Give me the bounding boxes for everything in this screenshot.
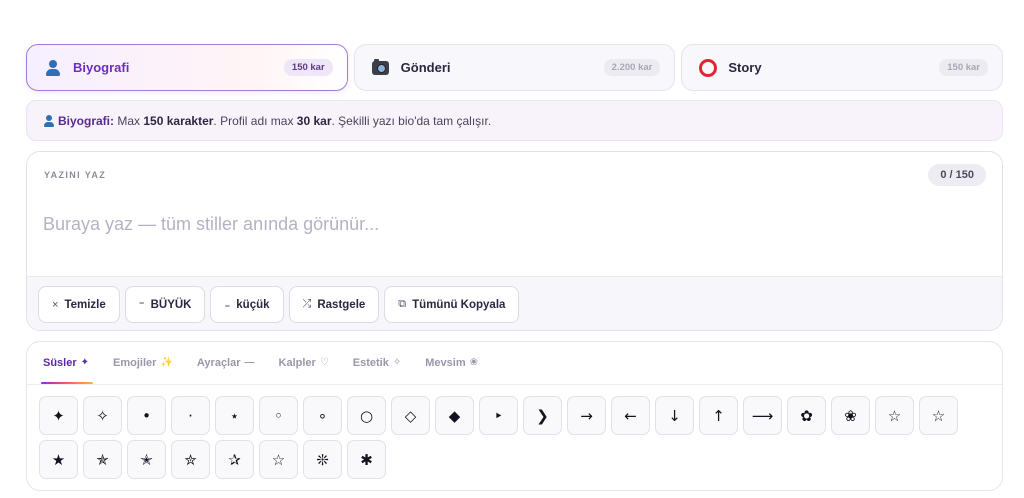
category-tabs: Süsler ✦ Emojiler ✨ Ayraçlar — Kalpler ♡ Estetik… (27, 342, 1002, 385)
category-tab-mevsim[interactable]: Mevsim ❀ (425, 342, 478, 384)
copy-all-button[interactable]: ⧉ Tümünü Kopyala (384, 286, 520, 323)
category-tab-süsler[interactable]: Süsler ✦ (40, 342, 94, 384)
symbol-button[interactable]: · (171, 396, 210, 435)
tab-label: Story (728, 60, 762, 75)
symbol-button[interactable]: ↑ (699, 396, 738, 435)
tab-biyografi[interactable]: Biyografi 150 kar (26, 44, 348, 91)
symbol-button[interactable]: ❀ (831, 396, 870, 435)
symbol-button[interactable]: ✯ (83, 440, 122, 479)
symbol-button[interactable]: ○ (347, 396, 386, 435)
clear-icon: × (52, 298, 59, 311)
category-tab-emojiler[interactable]: Emojiler ✨ (113, 342, 173, 384)
symbol-button[interactable]: ✮ (171, 440, 210, 479)
info-bar: Biyografi: Max 150 karakter . Profil adı… (26, 100, 1003, 141)
symbols-panel: Süsler ✦ Emojiler ✨ Ayraçlar — Kalpler ♡ Estetik… (26, 341, 1003, 491)
info-text: Max (114, 113, 144, 128)
tab-limit-badge: 150 kar (939, 59, 989, 76)
category-tab-kalpler[interactable]: Kalpler ♡ (278, 342, 329, 384)
symbol-button[interactable]: ★ (39, 440, 78, 479)
toolbar-button-label: BÜYÜK (150, 298, 192, 311)
text-input[interactable] (43, 194, 983, 254)
copy-all-icon: ⧉ (398, 298, 407, 310)
user-icon (43, 114, 55, 127)
lowercase-icon: ₌ (224, 299, 231, 311)
tab-label: Gönderi (400, 60, 451, 75)
category-label: Emojiler (113, 356, 157, 369)
category-icon: ❀ (469, 357, 478, 368)
category-label: Ayraçlar (196, 356, 241, 369)
symbol-button[interactable]: ∘ (303, 396, 342, 435)
symbol-button[interactable]: ☆ (259, 440, 298, 479)
category-label: Estetik (352, 356, 389, 369)
symbol-button[interactable]: → (567, 396, 606, 435)
symbol-button[interactable]: ⟶ (743, 396, 782, 435)
symbol-button[interactable]: • (127, 396, 166, 435)
symbol-button[interactable]: ◆ (435, 396, 474, 435)
uppercase-button[interactable]: ⁼ BÜYÜK (124, 286, 206, 323)
toolbar-button-label: Tümünü Kopyala (412, 298, 506, 311)
symbol-button[interactable]: ✦ (39, 396, 78, 435)
editor-label: YAZINI YAZ (44, 170, 107, 180)
info-name-max: 30 kar (296, 113, 332, 128)
info-text: . Şekilli yazı bio'da tam çalışır. (331, 113, 492, 128)
symbol-button[interactable]: ☆ (919, 396, 958, 435)
symbol-button[interactable]: ✱ (347, 440, 386, 479)
tab-limit-badge: 2.200 kar (603, 59, 661, 76)
category-icon: — (244, 357, 255, 368)
category-icon: ✦ (80, 357, 90, 368)
toolbar-button-label: küçük (236, 298, 270, 311)
symbol-button[interactable]: ✧ (83, 396, 122, 435)
symbol-button[interactable]: ← (611, 396, 650, 435)
random-button[interactable]: ⤮ Rastgele (288, 286, 380, 323)
lowercase-button[interactable]: ₌ küçük (210, 286, 284, 323)
editor-toolbar: × Temizle ⁼ BÜYÜK ₌ küçük ⤮ Rastgele ⧉ Tümünü Kop… (27, 276, 1002, 330)
category-label: Süsler (43, 356, 77, 369)
tab-gonderi[interactable]: Gönderi 2.200 kar (353, 44, 676, 91)
info-max-chars: 150 karakter (143, 113, 214, 128)
ring-icon (698, 58, 718, 78)
category-label: Kalpler (278, 356, 316, 369)
symbol-button[interactable]: ✰ (215, 440, 254, 479)
symbol-button[interactable]: ❊ (303, 440, 342, 479)
symbol-button[interactable]: ❯ (523, 396, 562, 435)
tab-limit-badge: 150 kar (283, 59, 333, 76)
user-icon (43, 58, 63, 78)
category-tab-ayraçlar[interactable]: Ayraçlar — (196, 342, 255, 384)
text-editor: YAZINI YAZ 0 / 150 × Temizle ⁼ BÜYÜK ₌ küçük ⤮… (26, 151, 1003, 331)
category-icon: ✧ (392, 357, 402, 368)
symbol-button[interactable]: ↓ (655, 396, 694, 435)
symbol-button[interactable]: ✭ (127, 440, 166, 479)
platform-tabs: Biyografi 150 kar Gönderi 2.200 kar Stor… (26, 44, 1004, 91)
symbol-button[interactable]: ◇ (391, 396, 430, 435)
toolbar-button-label: Rastgele (317, 298, 366, 311)
info-text: . Profil adı max (213, 113, 297, 128)
symbol-button[interactable]: ☆ (875, 396, 914, 435)
category-icon: ♡ (319, 357, 329, 368)
symbol-button[interactable]: ◦ (259, 396, 298, 435)
clear-button[interactable]: × Temizle (38, 286, 120, 323)
uppercase-icon: ⁼ (138, 299, 145, 311)
category-tab-estetik[interactable]: Estetik ✧ (352, 342, 402, 384)
category-icon: ✨ (160, 357, 173, 368)
char-counter: 0 / 150 (928, 164, 986, 186)
camera-icon (371, 58, 391, 78)
symbol-grid: ✦ ✧ • · ⋆ ◦ ∘ ○ ◇ ◆ ‣ ❯ → ← ↓ ↑ ⟶ ✿ ❀ ☆ ☆ ★ ✯ ✭ ✮ ✰ ☆ ❊ ✱ (39, 396, 979, 479)
symbol-button[interactable]: ‣ (479, 396, 518, 435)
symbol-button[interactable]: ⋆ (215, 396, 254, 435)
info-label: Biyografi: (58, 113, 115, 128)
category-label: Mevsim (425, 356, 466, 369)
tab-label: Biyografi (73, 60, 130, 75)
symbol-button[interactable]: ✿ (787, 396, 826, 435)
toolbar-button-label: Temizle (64, 298, 106, 311)
random-icon: ⤮ (302, 298, 312, 310)
tab-story[interactable]: Story 150 kar (681, 44, 1004, 91)
